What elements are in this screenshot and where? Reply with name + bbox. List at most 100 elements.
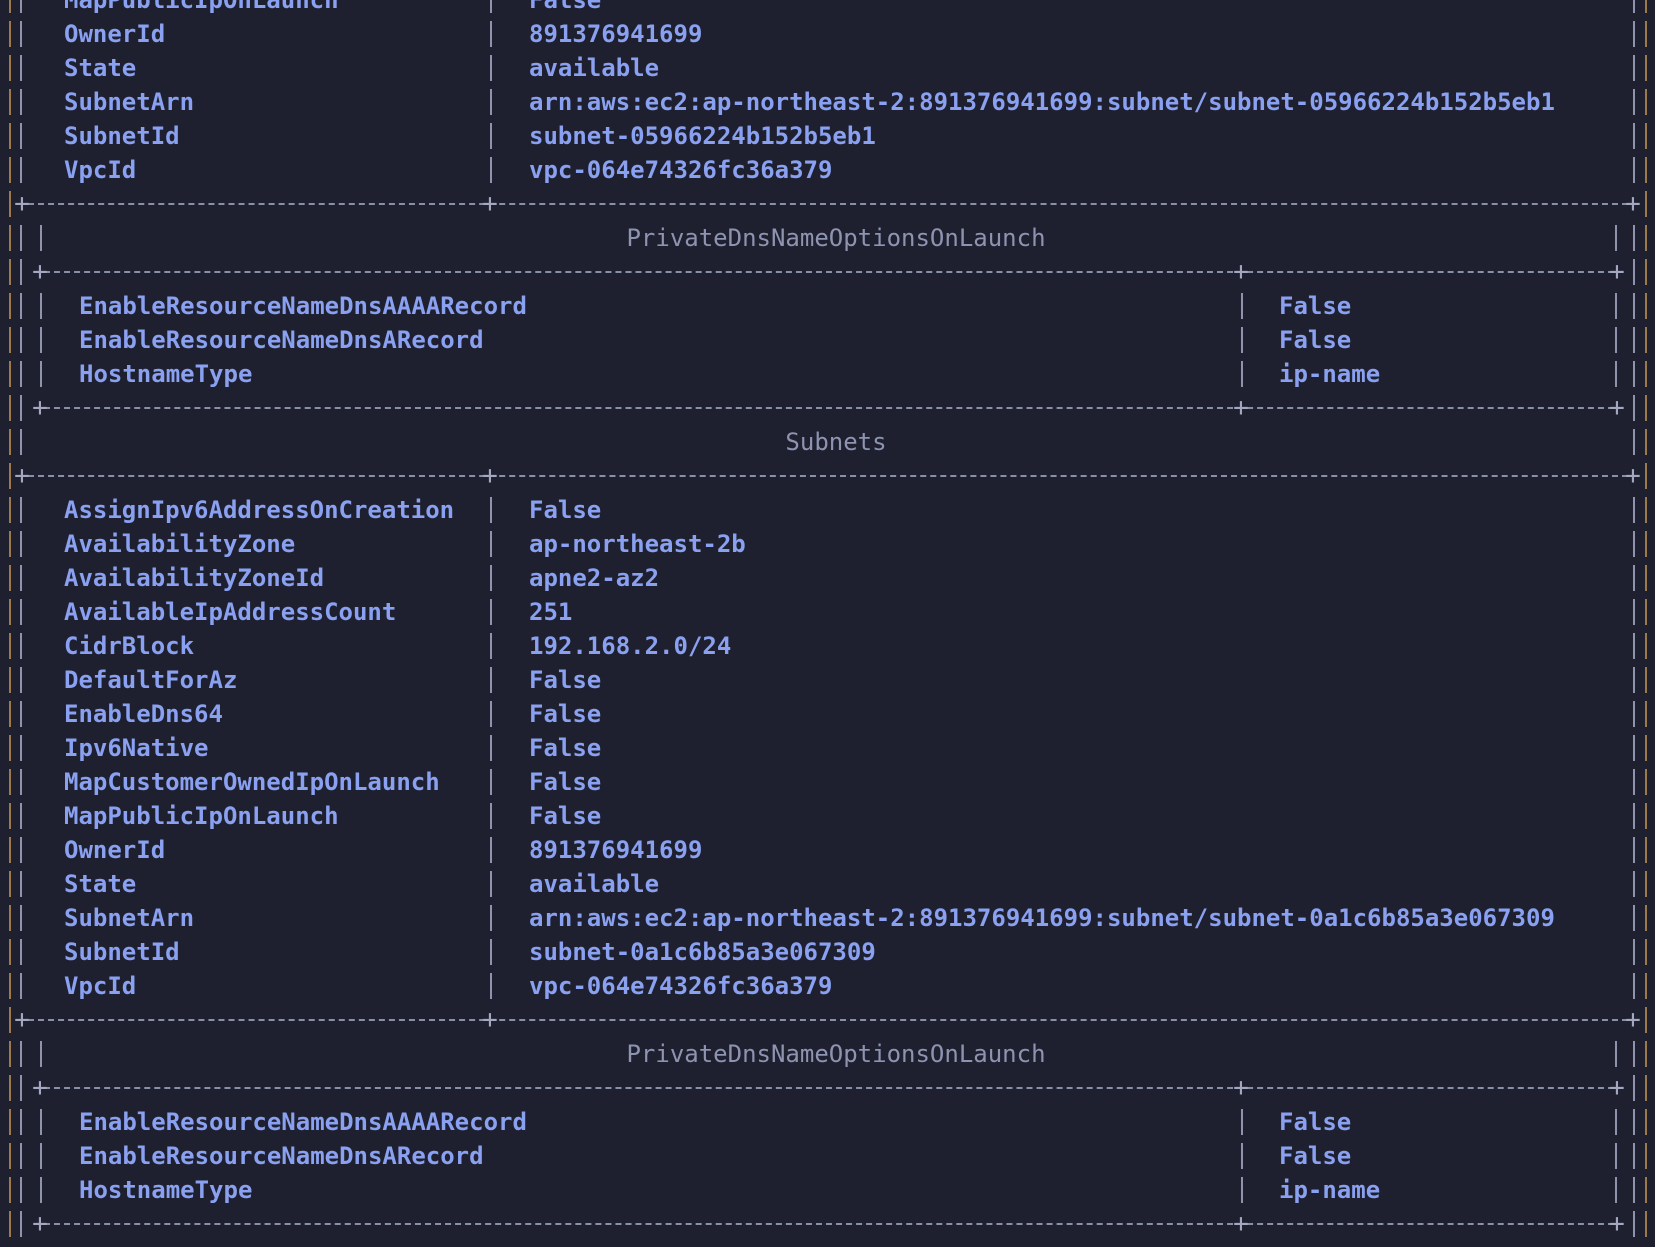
nested-table-row: EnableResourceNameDnsARecord False [0,323,1655,357]
border-pipe [1645,837,1647,863]
border-pipe [1645,395,1647,421]
border-pipe [1645,327,1647,353]
border-dashes [44,407,1614,409]
row-value: vpc-064e74326fc36a379 [529,156,833,184]
border-pipe [1645,1007,1647,1033]
row-key: MapPublicIpOnLaunch [64,0,339,14]
table-row: MapPublicIpOnLaunch False [0,0,1655,17]
border-pipe [20,531,22,557]
border-pipe [1645,293,1647,319]
border-pipe [1615,1109,1617,1135]
border-pipe [20,89,22,115]
table-separator: + + + [0,459,1655,493]
border-pipe [1645,123,1647,149]
border-pipe [490,0,492,13]
nested-table-separator: + + + [0,1207,1655,1241]
border-corner: + [32,393,48,423]
border-pipe [1633,531,1635,557]
border-pipe [20,905,22,931]
border-pipe [1633,259,1635,285]
border-pipe [9,1041,11,1067]
nested-row-value: False [1279,326,1352,354]
border-pipe [1633,1211,1635,1237]
table-row: AvailabilityZone ap-northeast-2b [0,527,1655,561]
border-pipe [9,21,11,47]
table-row: DefaultForAz False [0,663,1655,697]
row-value: False [529,496,602,524]
border-pipe [490,837,492,863]
row-key: AvailabilityZone [64,530,296,558]
border-pipe [20,701,22,727]
table-row: SubnetArn arn:aws:ec2:ap-northeast-2:8913… [0,85,1655,119]
border-pipe [1633,123,1635,149]
row-key: OwnerId [64,20,166,48]
border-pipe [9,191,11,217]
border-pipe [1633,769,1635,795]
border-pipe [20,565,22,591]
border-pipe [20,973,22,999]
border-pipe [20,1177,22,1203]
border-pipe [20,667,22,693]
border-corner: + [1609,257,1625,287]
border-pipe [1633,1075,1635,1101]
row-value: 192.168.2.0/24 [529,632,732,660]
row-key: SubnetArn [64,88,195,116]
border-pipe [1645,905,1647,931]
border-pipe [9,1177,11,1203]
border-pipe [1241,1143,1243,1169]
border-pipe [1645,21,1647,47]
border-corner: + [32,257,48,287]
border-pipe [1645,1109,1647,1135]
border-pipe [1645,1177,1647,1203]
border-pipe [20,1143,22,1169]
border-pipe [1241,327,1243,353]
border-dashes [28,475,1628,477]
border-pipe [490,871,492,897]
border-pipe [9,497,11,523]
border-dashes [28,203,1628,205]
border-pipe [1241,293,1243,319]
border-pipe [40,1041,42,1067]
row-key: EnableDns64 [64,700,223,728]
border-pipe [9,769,11,795]
border-pipe [1633,565,1635,591]
border-pipe [1633,55,1635,81]
border-pipe [1633,905,1635,931]
border-pipe [20,599,22,625]
nested-table-row: EnableResourceNameDnsAAAARecord False [0,289,1655,323]
nested-table-row: HostnameType ip-name [0,1173,1655,1207]
border-pipe [1645,191,1647,217]
section-title: PrivateDnsNameOptionsOnLaunch [626,224,1046,252]
border-pipe [1645,1211,1647,1237]
border-pipe [490,497,492,523]
border-pipe [9,565,11,591]
border-corner: + [1625,189,1641,219]
border-pipe [1633,1041,1635,1067]
border-pipe [1645,939,1647,965]
border-pipe [9,157,11,183]
border-pipe [1633,361,1635,387]
row-value: False [529,734,602,762]
nested-row-value: False [1279,1108,1352,1136]
border-pipe [20,327,22,353]
row-key: CidrBlock [64,632,195,660]
border-pipe [9,633,11,659]
border-corner: + [1609,393,1625,423]
border-pipe [20,21,22,47]
nested-row-key: EnableResourceNameDnsARecord [79,326,484,354]
border-pipe [1645,1041,1647,1067]
border-pipe [9,259,11,285]
row-key: State [64,870,137,898]
border-pipe [490,565,492,591]
border-pipe [1633,599,1635,625]
border-corner: + [482,1005,498,1035]
border-pipe [20,633,22,659]
row-key: DefaultForAz [64,666,238,694]
nested-row-key: EnableResourceNameDnsAAAARecord [79,1108,527,1136]
row-value: arn:aws:ec2:ap-northeast-2:891376941699:… [529,904,1555,932]
border-corner: + [1233,1209,1249,1239]
border-pipe [20,871,22,897]
border-dashes [44,1223,1614,1225]
border-pipe [9,225,11,251]
border-pipe [9,55,11,81]
